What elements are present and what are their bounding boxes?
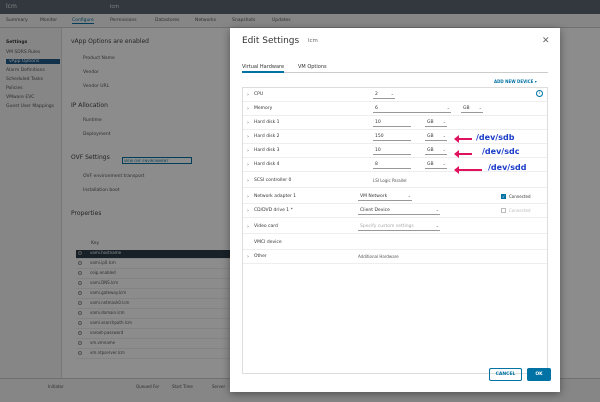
hard-disk-2-size-input[interactable]: 150 <box>373 132 411 141</box>
hard-disk-3-size-input[interactable]: 10 <box>373 146 411 155</box>
hardware-row-vmci: VMCI device <box>243 236 547 250</box>
chevron-down-icon: ⌄ <box>407 193 411 198</box>
dialog-subtitle: lcm <box>308 38 318 44</box>
arrow-annotation-icon <box>454 166 482 174</box>
chevron-right-icon[interactable]: › <box>247 194 249 200</box>
chevron-right-icon[interactable]: › <box>247 208 249 214</box>
cd-dvd-connected-checkbox[interactable] <box>501 208 506 213</box>
chevron-down-icon: ⌄ <box>442 147 446 152</box>
row-label: Hard disk 1 <box>254 120 280 125</box>
arrow-annotation-icon <box>454 135 472 143</box>
other-value: Additional Hardware <box>358 254 399 259</box>
add-new-device-button[interactable]: ADD NEW DEVICE ▾ <box>494 79 537 84</box>
scsi-controller-value: LSI Logic Parallel <box>373 178 407 183</box>
chevron-right-icon[interactable]: › <box>247 92 249 98</box>
cpu-select[interactable]: 2 ⌄ <box>373 90 395 99</box>
row-label: VMCI device <box>254 240 282 245</box>
chevron-right-icon[interactable]: › <box>247 148 249 154</box>
edit-settings-dialog: Edit Settings lcm ✕ Virtual Hardware VM … <box>230 28 560 392</box>
hard-disk-3-unit-select[interactable]: GB ⌄ <box>425 146 447 155</box>
chevron-down-icon: ⌄ <box>446 105 450 110</box>
row-label: Memory <box>254 106 273 111</box>
row-label: Hard disk 2 <box>254 134 280 139</box>
chevron-right-icon[interactable]: › <box>247 106 249 112</box>
chevron-right-icon[interactable]: › <box>247 224 249 230</box>
annotation-sdd: /dev/sdd <box>488 163 527 172</box>
memory-input[interactable]: 6 ⌄ <box>373 104 451 113</box>
hardware-grid: › CPU 2 ⌄ i › Memory 6 ⌄ GB ⌄ › Hard disk 1… <box>242 87 548 374</box>
chevron-down-icon: ⌄ <box>478 105 482 110</box>
annotation-sdb: /dev/sdb <box>476 133 515 142</box>
chevron-down-icon: ⌄ <box>442 133 446 138</box>
hard-disk-1-size-input[interactable]: 10 <box>373 118 411 127</box>
hardware-row-cd-dvd: › CD/DVD drive 1 * Client Device ⌄ Connec… <box>243 204 547 218</box>
info-icon[interactable]: i <box>536 90 543 97</box>
chevron-down-icon: ⌄ <box>390 91 394 96</box>
network-connected-label: Connected <box>509 194 531 199</box>
row-label: Network adapter 1 <box>254 194 297 199</box>
chevron-down-icon: ⌄ <box>435 207 439 212</box>
hardware-row-hard-disk-1: › Hard disk 1 10 GB ⌄ <box>243 116 547 130</box>
hardware-row-other: › Other Additional Hardware <box>243 250 547 264</box>
dialog-tabs: Virtual Hardware VM Options <box>242 63 548 73</box>
chevron-down-icon: ⌄ <box>435 223 439 228</box>
chevron-right-icon[interactable]: › <box>247 120 249 126</box>
network-select[interactable]: VM Network ⌄ <box>358 192 412 201</box>
row-label: Other <box>254 254 267 259</box>
hardware-row-memory: › Memory 6 ⌄ GB ⌄ <box>243 102 547 116</box>
memory-unit-select[interactable]: GB ⌄ <box>461 104 483 113</box>
row-label: Video card <box>254 224 278 229</box>
video-card-select[interactable]: Specify custom settings ⌄ <box>358 222 440 231</box>
row-label: Hard disk 3 <box>254 148 280 153</box>
chevron-right-icon[interactable]: › <box>247 134 249 140</box>
hard-disk-4-size-input[interactable]: 8 <box>373 160 411 169</box>
chevron-right-icon[interactable]: › <box>247 178 249 184</box>
row-label: CD/DVD drive 1 * <box>254 208 293 213</box>
hardware-row-scsi-controller: › SCSI controller 0 LSI Logic Parallel <box>243 174 547 188</box>
tab-vm-options[interactable]: VM Options <box>298 64 327 73</box>
chevron-down-icon: ⌄ <box>442 119 446 124</box>
hard-disk-2-unit-select[interactable]: GB ⌄ <box>425 132 447 141</box>
hard-disk-1-unit-select[interactable]: GB ⌄ <box>425 118 447 127</box>
chevron-right-icon[interactable]: › <box>247 162 249 168</box>
close-icon[interactable]: ✕ <box>542 36 550 46</box>
hardware-row-video-card: › Video card Specify custom settings ⌄ <box>243 220 547 234</box>
dialog-title: Edit Settings <box>242 36 300 46</box>
row-label: Hard disk 4 <box>254 162 280 167</box>
cancel-button[interactable]: CANCEL <box>489 368 522 381</box>
arrow-annotation-icon <box>454 150 472 158</box>
ok-button[interactable]: OK <box>527 368 551 381</box>
row-label: SCSI controller 0 <box>254 178 292 183</box>
hardware-row-network-adapter: › Network adapter 1 VM Network ⌄ ✓ Connec… <box>243 190 547 204</box>
cd-dvd-select[interactable]: Client Device ⌄ <box>358 206 440 215</box>
cd-dvd-connected-label: Connected <box>509 208 531 213</box>
row-label: CPU <box>254 92 264 97</box>
chevron-down-icon: ⌄ <box>442 161 446 166</box>
annotation-sdc: /dev/sdc <box>482 147 520 156</box>
tab-virtual-hardware[interactable]: Virtual Hardware <box>242 64 285 73</box>
hard-disk-4-unit-select[interactable]: GB ⌄ <box>425 160 447 169</box>
chevron-right-icon[interactable]: › <box>247 254 249 260</box>
hardware-row-cpu: › CPU 2 ⌄ i <box>243 88 547 102</box>
network-connected-checkbox[interactable]: ✓ <box>501 194 506 199</box>
